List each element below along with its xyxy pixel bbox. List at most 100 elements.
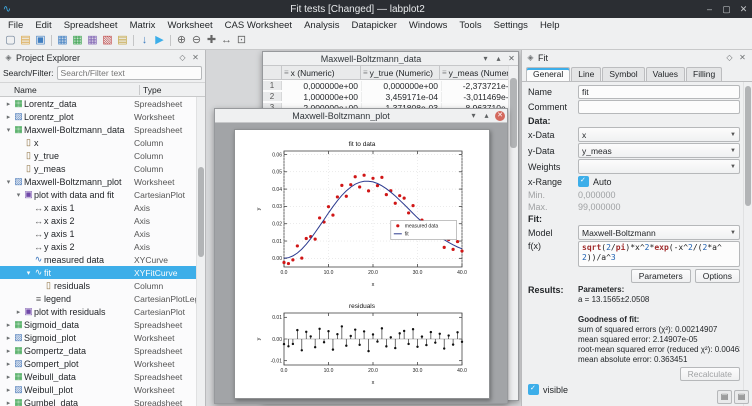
subwindow-close-icon[interactable]: ✕ bbox=[505, 54, 518, 63]
worksheet-window-titlebar[interactable]: Maxwell-Boltzmann_plot ▾ ▴ ✕ bbox=[215, 109, 507, 123]
tree-column-headers[interactable]: Name Type bbox=[0, 82, 205, 97]
tree-row-weibull-data[interactable]: ▸▦Weibull_dataSpreadsheet bbox=[0, 370, 196, 383]
comment-field[interactable] bbox=[578, 100, 740, 114]
tree-row-plot-with-data-and-fit[interactable]: ▾▣plot with data and fitCartesianPlot bbox=[0, 188, 196, 201]
open-project-icon[interactable]: ▤ bbox=[18, 33, 33, 48]
tab-general[interactable]: General bbox=[526, 67, 570, 81]
expander-closed-icon[interactable]: ▸ bbox=[14, 308, 23, 316]
new-spreadsheet-icon[interactable]: ▦ bbox=[70, 33, 85, 48]
tree-scrollbar[interactable] bbox=[196, 97, 205, 406]
tree-row-gompertz-data[interactable]: ▸▦Gompertz_dataSpreadsheet bbox=[0, 344, 196, 357]
parameters-button[interactable]: Parameters bbox=[631, 269, 691, 283]
panel-float-icon[interactable]: ◇ bbox=[176, 53, 189, 62]
tree-row-gompert-plot[interactable]: ▸▨Gompert_plotWorksheet bbox=[0, 357, 196, 370]
menu-edit[interactable]: Edit bbox=[29, 20, 57, 31]
name-field[interactable] bbox=[578, 85, 740, 99]
new-workbook-icon[interactable]: ▦ bbox=[55, 33, 70, 48]
tree-row-y-true[interactable]: ▯y_trueColumn bbox=[0, 149, 196, 162]
tree-row-x[interactable]: ▯xColumn bbox=[0, 136, 196, 149]
dock-prev-icon[interactable]: ▤ bbox=[717, 390, 732, 404]
expander-open-icon[interactable]: ▾ bbox=[24, 269, 33, 277]
spreadsheet-scrollbar-thumb[interactable] bbox=[510, 78, 517, 148]
menu-file[interactable]: File bbox=[2, 20, 29, 31]
spreadsheet-window-titlebar[interactable]: Maxwell-Boltzmann_data ▾ ▴ ✕ bbox=[263, 52, 518, 66]
expander-closed-icon[interactable]: ▸ bbox=[4, 386, 13, 394]
tree-row-legend[interactable]: ≡legendCartesianPlotLegend bbox=[0, 292, 196, 305]
search-input[interactable] bbox=[57, 66, 202, 80]
weights-combobox[interactable]: ▼ bbox=[578, 159, 740, 174]
menu-analysis[interactable]: Analysis bbox=[298, 20, 345, 31]
zoom-out-icon[interactable]: ⊖ bbox=[189, 33, 204, 48]
spreadsheet-corner-cell[interactable] bbox=[263, 66, 282, 79]
visible-checkbox[interactable] bbox=[528, 384, 539, 395]
row-number[interactable]: 1 bbox=[263, 81, 282, 90]
expander-closed-icon[interactable]: ▸ bbox=[4, 321, 13, 329]
tree-row-fit[interactable]: ▾∿fitXYFitCurve bbox=[0, 266, 196, 279]
expander-closed-icon[interactable]: ▸ bbox=[4, 347, 13, 355]
expander-open-icon[interactable]: ▾ bbox=[4, 126, 13, 134]
expander-closed-icon[interactable]: ▸ bbox=[4, 334, 13, 342]
spreadsheet-cell[interactable]: 1,000000e+00 bbox=[282, 92, 362, 102]
new-worksheet-icon[interactable]: ▧ bbox=[100, 33, 115, 48]
fit-dock-scrollbar[interactable] bbox=[743, 82, 752, 406]
subwindow-minimize-icon[interactable]: ▾ bbox=[467, 111, 480, 120]
spreadsheet-column-header[interactable]: ≡x (Numeric) bbox=[282, 66, 361, 79]
tree-row-maxwell-boltzmann-plot[interactable]: ▾▨Maxwell-Boltzmann_plotWorksheet bbox=[0, 175, 196, 188]
tree-row-measured-data[interactable]: ∿measured dataXYCurve bbox=[0, 253, 196, 266]
spreadsheet-cell[interactable]: -2,373721e-03 bbox=[442, 81, 508, 91]
tree-row-gumbel-data[interactable]: ▸▦Gumbel_dataSpreadsheet bbox=[0, 396, 196, 406]
recalculate-button[interactable]: Recalculate bbox=[680, 367, 740, 381]
menu-settings[interactable]: Settings bbox=[488, 20, 534, 31]
fit-dock-scrollbar-thumb[interactable] bbox=[745, 86, 751, 206]
expander-closed-icon[interactable]: ▸ bbox=[4, 100, 13, 108]
new-project-icon[interactable]: ▢ bbox=[3, 33, 18, 48]
expander-open-icon[interactable]: ▾ bbox=[4, 178, 13, 186]
formula-text[interactable]: sqrt(2/pi)*x^2*exp(-x^2/(2*a^2))/a^3 bbox=[578, 241, 740, 267]
tree-row-lorentz-plot[interactable]: ▸▨Lorentz_plotWorksheet bbox=[0, 110, 196, 123]
expander-closed-icon[interactable]: ▸ bbox=[4, 399, 13, 406]
subwindow-restore-icon[interactable]: ▴ bbox=[492, 54, 505, 63]
fit-plot[interactable]: fit to data0.010.020.030.040.00.000.010.… bbox=[254, 138, 470, 288]
tree-row-sigmoid-data[interactable]: ▸▦Sigmoid_dataSpreadsheet bbox=[0, 318, 196, 331]
spreadsheet-scrollbar[interactable] bbox=[508, 66, 518, 400]
close-button[interactable]: ✕ bbox=[735, 4, 752, 15]
xdata-combobox[interactable]: x ▼ bbox=[578, 127, 740, 142]
residuals-plot[interactable]: residuals0.010.020.030.040.0-0.010.000.0… bbox=[254, 300, 470, 386]
tree-row-lorentz-data[interactable]: ▸▦Lorentz_dataSpreadsheet bbox=[0, 97, 196, 110]
new-matrix-icon[interactable]: ▦ bbox=[85, 33, 100, 48]
tree-row-maxwell-boltzmann-data[interactable]: ▾▦Maxwell-Boltzmann_dataSpreadsheet bbox=[0, 123, 196, 136]
tab-symbol[interactable]: Symbol bbox=[602, 67, 644, 81]
minimize-button[interactable]: – bbox=[701, 4, 718, 14]
tree-row-x-axis-2[interactable]: ↔x axis 2Axis bbox=[0, 214, 196, 227]
save-project-icon[interactable]: ▣ bbox=[33, 33, 48, 48]
tab-filling[interactable]: Filling bbox=[686, 67, 722, 81]
worksheet-page[interactable]: fit to data0.010.020.030.040.00.000.010.… bbox=[234, 129, 490, 399]
tree-row-y-axis-1[interactable]: ↔y axis 1Axis bbox=[0, 227, 196, 240]
import-data-icon[interactable]: ↓ bbox=[137, 33, 152, 48]
options-button[interactable]: Options bbox=[695, 269, 740, 283]
menu-worksheet[interactable]: Worksheet bbox=[161, 20, 218, 31]
tree-row-weibull-plot[interactable]: ▸▨Weibull_plotWorksheet bbox=[0, 383, 196, 396]
panel-float-icon[interactable]: ◇ bbox=[723, 53, 736, 62]
new-notes-icon[interactable]: ▤ bbox=[115, 33, 130, 48]
auto-checkbox[interactable] bbox=[578, 176, 589, 187]
tree-row-y-axis-2[interactable]: ↔y axis 2Axis bbox=[0, 240, 196, 253]
tree-row-x-axis-1[interactable]: ↔x axis 1Axis bbox=[0, 201, 196, 214]
expander-closed-icon[interactable]: ▸ bbox=[4, 373, 13, 381]
row-number[interactable]: 2 bbox=[263, 92, 282, 101]
expander-open-icon[interactable]: ▾ bbox=[14, 191, 23, 199]
tree-row-y-meas[interactable]: ▯y_measColumn bbox=[0, 162, 196, 175]
menu-cas-worksheet[interactable]: CAS Worksheet bbox=[219, 20, 298, 31]
ydata-combobox[interactable]: y_meas ▼ bbox=[578, 143, 740, 158]
spreadsheet-cell[interactable]: 0,000000e+00 bbox=[282, 81, 362, 91]
expander-closed-icon[interactable]: ▸ bbox=[4, 360, 13, 368]
subwindow-restore-icon[interactable]: ▴ bbox=[480, 111, 493, 120]
spreadsheet-column-header[interactable]: ≡y_meas (Numeric) bbox=[440, 66, 508, 79]
tab-line[interactable]: Line bbox=[571, 67, 601, 81]
spreadsheet-cell[interactable]: -3,011469e-03 bbox=[442, 92, 508, 102]
tree-row-sigmoid-plot[interactable]: ▸▨Sigmoid_plotWorksheet bbox=[0, 331, 196, 344]
spreadsheet-column-header[interactable]: ≡y_true (Numeric) bbox=[361, 66, 440, 79]
subwindow-minimize-icon[interactable]: ▾ bbox=[479, 54, 492, 63]
zoom-in-icon[interactable]: ⊕ bbox=[174, 33, 189, 48]
model-combobox[interactable]: Maxwell-Boltzmann ▼ bbox=[578, 225, 740, 240]
